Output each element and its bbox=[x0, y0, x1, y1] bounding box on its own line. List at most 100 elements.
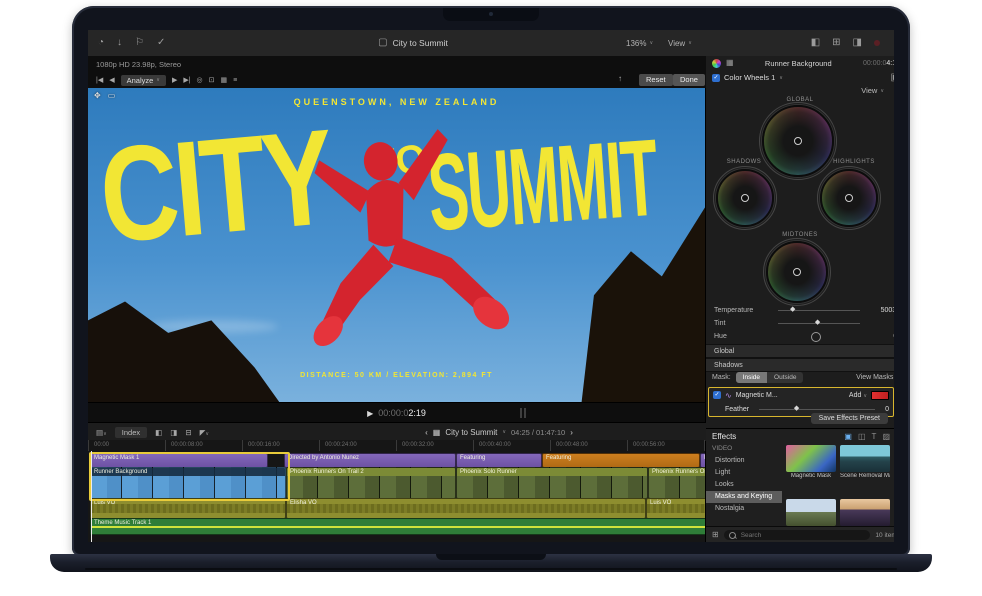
skip-back-icon[interactable]: |◀ bbox=[96, 76, 103, 84]
loop-icon[interactable]: ◎ bbox=[197, 76, 203, 84]
search-input[interactable] bbox=[739, 531, 866, 540]
effect-preset-icon[interactable]: ▣ bbox=[891, 73, 894, 83]
titles-browser-icon[interactable]: T bbox=[872, 432, 877, 441]
thumbnail-view-icon[interactable]: ⊞ bbox=[712, 530, 719, 540]
save-effects-preset-button[interactable]: Save Effects Preset bbox=[811, 413, 888, 424]
project-title-bar: ▢ City to Summit bbox=[318, 30, 508, 56]
next-project-icon[interactable]: › bbox=[570, 428, 573, 437]
timeline-clip[interactable]: Elisha VO bbox=[286, 498, 646, 519]
frame-back-icon[interactable]: ◀ bbox=[109, 76, 114, 84]
effects-category[interactable]: Looks bbox=[706, 479, 782, 491]
laptop-frame: ◔ ↓ ⚐ ✓ ▢ City to Summit 136%∨ View∨ ◧ ⊞… bbox=[72, 6, 910, 556]
done-button[interactable]: Done bbox=[673, 74, 705, 86]
crop-tool-icon[interactable]: ▭ bbox=[108, 91, 116, 100]
timeline-clip[interactable]: Phoenix Solo Runner bbox=[456, 467, 648, 499]
mask-enabled-checkbox[interactable]: ✓ bbox=[713, 391, 721, 399]
effect-thumbnail[interactable] bbox=[840, 499, 890, 526]
feather-slider[interactable]: ◆ bbox=[759, 409, 875, 410]
timeline-clip[interactable]: Featuring bbox=[456, 453, 542, 468]
insert-clip-icon[interactable]: ◨ bbox=[170, 428, 177, 437]
feather-label: Feather bbox=[725, 406, 749, 413]
color-wheel-highlights[interactable] bbox=[820, 169, 878, 227]
color-inspector: ▦ Runner Background 00:00:04:10 ✓ Color … bbox=[706, 56, 894, 428]
timeline-clip[interactable]: Theme Music Track 1 bbox=[90, 518, 705, 535]
zoom-menu[interactable]: 136%∨ bbox=[626, 30, 653, 56]
effect-thumbnail-label: Scene Removal Mask bbox=[840, 473, 890, 479]
mask-color-swatch[interactable] bbox=[871, 391, 889, 400]
video-inspector-icon[interactable]: ▦ bbox=[726, 58, 734, 68]
effects-category[interactable]: Nostalgia bbox=[706, 503, 782, 515]
view-masks-menu[interactable]: View Masks∨ bbox=[856, 374, 894, 381]
arrow-tool-icon[interactable]: ◤∨ bbox=[200, 428, 209, 437]
overwrite-clip-icon[interactable]: ⊟ bbox=[185, 428, 191, 437]
timeline-clip[interactable]: Luis VO bbox=[646, 498, 705, 519]
transform-tool-icon[interactable]: ✥ bbox=[94, 91, 101, 100]
prev-project-icon[interactable]: ‹ bbox=[425, 428, 428, 437]
timeline-clip[interactable]: Phoenix Runners On Trail 2 bbox=[648, 467, 705, 499]
ruler-label: 00:00:56:00 bbox=[631, 442, 665, 448]
inspector-layout-icon[interactable]: ◨ bbox=[853, 38, 862, 48]
effects-search-box[interactable] bbox=[724, 530, 871, 540]
timeline-playhead-time: 04:25 / 01:47:10 bbox=[511, 428, 565, 437]
effects-category[interactable]: Light bbox=[706, 467, 782, 479]
photos-browser-icon[interactable]: ▨ bbox=[882, 432, 890, 441]
mask-outside-button[interactable]: Outside bbox=[767, 372, 803, 383]
color-inspector-icon[interactable] bbox=[712, 59, 721, 68]
reset-button[interactable]: Reset bbox=[639, 74, 673, 86]
effect-enabled-checkbox[interactable]: ✓ bbox=[712, 74, 720, 82]
share-icon[interactable]: ↑ bbox=[618, 74, 622, 83]
transitions-browser-icon[interactable]: ◫ bbox=[858, 432, 866, 441]
play-icon[interactable]: ▶ bbox=[367, 409, 373, 418]
effect-thumbnail[interactable] bbox=[786, 499, 836, 526]
skip-forward-icon[interactable]: ▶| bbox=[183, 76, 190, 84]
timeline-clip[interactable]: Featuring bbox=[700, 453, 705, 468]
effect-name[interactable]: Color Wheels 1 bbox=[724, 73, 775, 82]
frame-forward-icon[interactable]: ▶ bbox=[172, 76, 177, 84]
list-icon[interactable]: ≡ bbox=[233, 77, 237, 84]
ruler-label: 00:00:32:00 bbox=[400, 442, 434, 448]
timeline-project-title[interactable]: City to Summit bbox=[445, 428, 497, 437]
timeline-layout-icon[interactable]: ⊞ bbox=[832, 38, 840, 48]
record-indicator-icon bbox=[874, 40, 880, 46]
grid-icon[interactable]: ▦ bbox=[221, 76, 228, 84]
analyze-button[interactable]: Analyze∨ bbox=[121, 75, 166, 86]
timeline-playhead[interactable] bbox=[91, 451, 92, 542]
section-global[interactable]: Global bbox=[706, 344, 894, 358]
color-wheel-midtones[interactable] bbox=[766, 241, 828, 303]
wheel-label-highlights: HIGHLIGHTS bbox=[816, 159, 892, 165]
overlay-icon[interactable]: ⊡ bbox=[209, 76, 215, 84]
browser-layout-icon[interactable]: ◧ bbox=[811, 38, 820, 48]
background-tasks-icon[interactable]: ◔ bbox=[98, 38, 104, 48]
mask-item-name[interactable]: Magnetic M... bbox=[736, 392, 778, 399]
temperature-slider[interactable]: ◆ bbox=[778, 310, 860, 311]
tint-slider[interactable]: ◆ bbox=[778, 323, 860, 324]
effect-thumbnail[interactable] bbox=[786, 445, 836, 472]
pane-toggle-icon[interactable]: ▤∨ bbox=[96, 428, 107, 437]
effects-browser-icon[interactable]: ▣ bbox=[844, 432, 852, 441]
effects-category[interactable]: Distortion bbox=[706, 455, 782, 467]
index-button[interactable]: Index bbox=[115, 427, 147, 438]
ruler-label: 00:00:24:00 bbox=[323, 442, 357, 448]
mask-add-menu[interactable]: Add ∨ bbox=[849, 392, 867, 399]
keyword-icon[interactable]: ⚐ bbox=[135, 38, 144, 48]
timeline-clip[interactable]: Luis VO bbox=[90, 498, 286, 519]
view-menu[interactable]: View∨ bbox=[668, 30, 692, 56]
hue-dial[interactable] bbox=[778, 331, 860, 341]
timeline-clip[interactable]: Directed by Antonio Nunez bbox=[284, 453, 456, 468]
viewer-canvas[interactable]: ✥ ▭ QUEENSTOWN, NEW ZEALAND CITY TO SUMM… bbox=[88, 88, 705, 402]
mask-inside-outside-segment[interactable]: Inside Outside bbox=[736, 372, 804, 383]
color-wheel-shadows[interactable] bbox=[716, 169, 774, 227]
magnetic-mask-icon: ∿ bbox=[725, 391, 732, 400]
clip-label: Elisha VO bbox=[287, 499, 646, 507]
task-complete-icon[interactable]: ✓ bbox=[157, 38, 165, 48]
timeline-clip[interactable]: Featuring bbox=[542, 453, 700, 468]
append-clip-icon[interactable]: ◧ bbox=[155, 428, 162, 437]
effect-thumbnail[interactable] bbox=[840, 445, 890, 472]
mask-inside-button[interactable]: Inside bbox=[736, 372, 767, 383]
effects-category[interactable]: Masks and Keying bbox=[706, 491, 782, 503]
wheels-view-menu[interactable]: View∨ bbox=[861, 86, 884, 95]
import-icon[interactable]: ↓ bbox=[117, 38, 122, 48]
color-wheel-global[interactable] bbox=[762, 105, 834, 177]
timeline-clip[interactable]: Phoenix Runners On Trail 2 bbox=[286, 467, 456, 499]
effects-browser-title: Effects bbox=[712, 432, 736, 441]
